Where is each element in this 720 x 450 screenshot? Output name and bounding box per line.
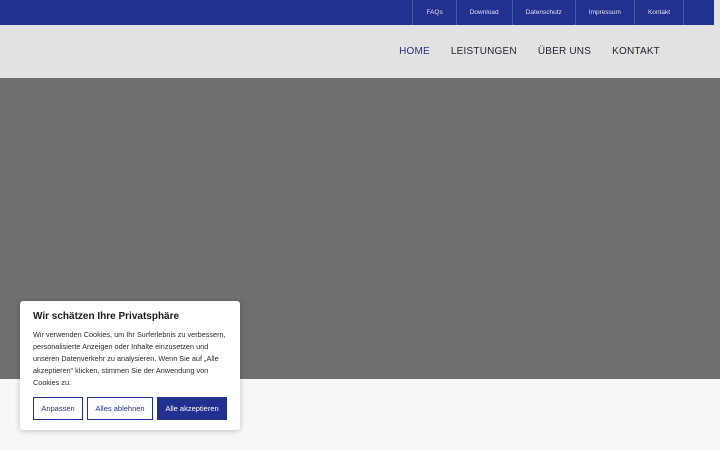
top-link-download[interactable]: Download — [455, 0, 512, 25]
scrollbar-edge — [714, 0, 720, 25]
main-nav: HOME LEISTUNGEN ÜBER UNS KONTAKT — [399, 25, 660, 78]
top-links: FAQs Download Datenschutz Impressum Kont… — [412, 0, 684, 25]
nav-item-leistungen[interactable]: LEISTUNGEN — [451, 46, 517, 57]
top-utility-bar: FAQs Download Datenschutz Impressum Kont… — [0, 0, 720, 25]
nav-item-home[interactable]: HOME — [399, 46, 430, 57]
top-link-datenschutz[interactable]: Datenschutz — [511, 0, 575, 25]
cookie-title: Wir schätzen Ihre Privatsphäre — [33, 311, 180, 322]
accept-all-button[interactable]: Alle akzeptieren — [157, 397, 227, 420]
cookie-buttons: Anpassen Alles ablehnen Alle akzeptieren — [33, 397, 227, 420]
top-link-faqs[interactable]: FAQs — [412, 0, 455, 25]
customize-button[interactable]: Anpassen — [33, 397, 83, 420]
reject-all-button[interactable]: Alles ablehnen — [87, 397, 153, 420]
nav-item-kontakt[interactable]: KONTAKT — [612, 46, 660, 57]
nav-item-ueber-uns[interactable]: ÜBER UNS — [538, 46, 591, 57]
top-link-kontakt[interactable]: Kontakt — [633, 0, 684, 25]
main-header: HOME LEISTUNGEN ÜBER UNS KONTAKT — [0, 25, 720, 78]
top-link-impressum[interactable]: Impressum — [574, 0, 634, 25]
cookie-consent-dialog: Wir schätzen Ihre Privatsphäre Wir verwe… — [20, 301, 240, 430]
cookie-text: Wir verwenden Cookies, um Ihr Surferlebn… — [33, 330, 226, 387]
